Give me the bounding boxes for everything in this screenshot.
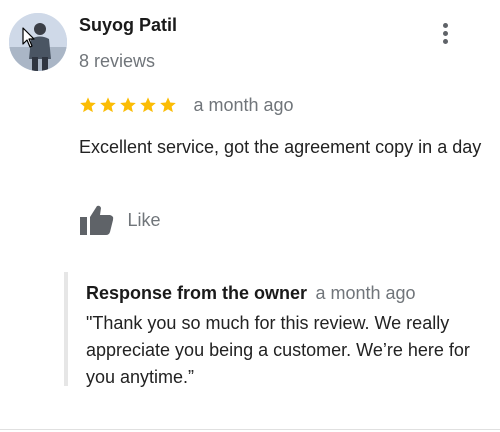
like-button[interactable]: Like <box>79 204 160 236</box>
response-header: Response from the owner a month ago <box>86 282 416 306</box>
mouse-cursor-icon <box>22 27 35 48</box>
divider <box>0 429 500 430</box>
response-date: a month ago <box>315 283 416 303</box>
review-count[interactable]: 8 reviews <box>79 50 155 72</box>
thumb-up-icon <box>80 205 114 235</box>
avatar[interactable] <box>9 13 67 71</box>
reviewer-photo <box>9 13 67 71</box>
response-text: "Thank you so much for this review. We r… <box>86 313 470 387</box>
reviewer-name[interactable]: Suyog Patil <box>79 14 177 36</box>
star-icon <box>80 97 96 113</box>
owner-response: Response from the owner a month ago "Tha… <box>64 272 488 387</box>
star-icon <box>100 97 116 113</box>
star-icon <box>120 97 136 113</box>
review-text: Excellent service, got the agreement cop… <box>79 137 482 157</box>
review-card: Suyog Patil 8 reviews a month ago Excell… <box>0 0 500 432</box>
star-rating: a month ago <box>79 94 294 116</box>
review-date: a month ago <box>193 95 294 115</box>
response-title: Response from the owner <box>86 283 308 303</box>
more-vert-icon[interactable] <box>434 20 458 48</box>
stars <box>79 96 179 113</box>
like-label: Like <box>127 209 161 230</box>
star-icon <box>140 97 156 113</box>
star-icon <box>160 97 176 113</box>
